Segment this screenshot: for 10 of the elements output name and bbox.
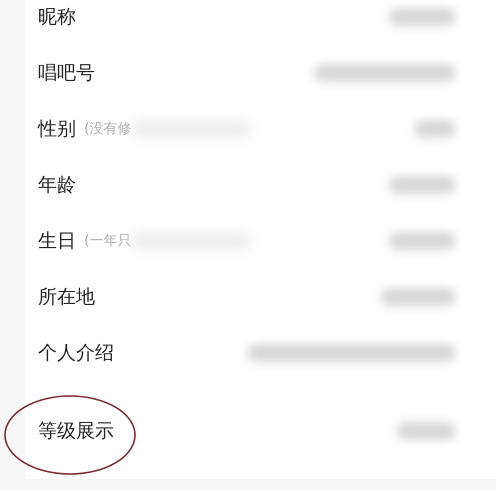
setting-label[interactable]: 等级展示: [38, 418, 114, 444]
setting-label[interactable]: 年龄: [38, 172, 76, 198]
setting-hint: (没有修: [84, 120, 132, 138]
setting-label[interactable]: 性别: [38, 116, 76, 142]
setting-label[interactable]: 所在地: [38, 284, 95, 310]
setting-label[interactable]: 昵称: [38, 4, 76, 30]
setting-hint: (一年只: [84, 232, 132, 250]
setting-label[interactable]: 唱吧号: [38, 60, 95, 86]
setting-label[interactable]: 个人介绍: [38, 340, 114, 366]
setting-label[interactable]: 生日: [38, 228, 76, 254]
